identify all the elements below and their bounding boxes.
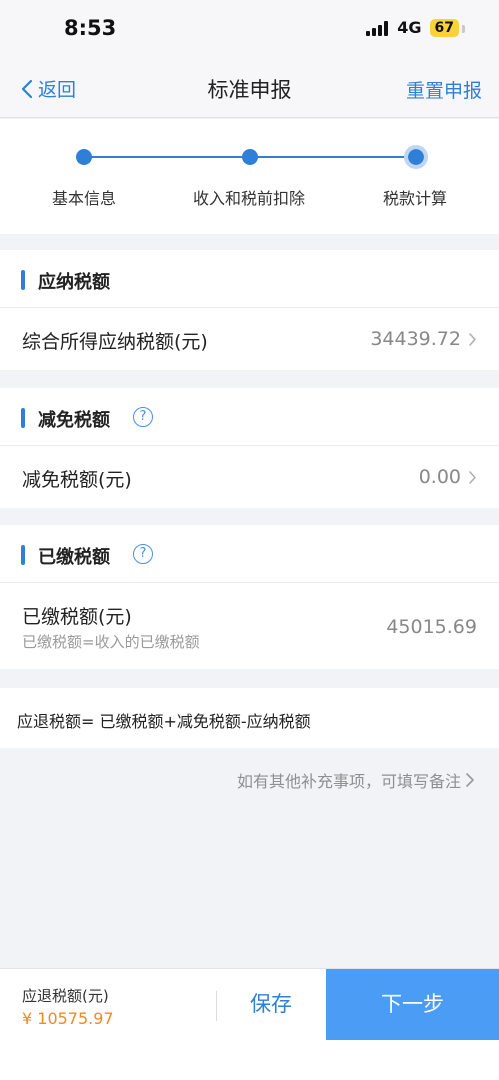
chevron-right-icon xyxy=(466,773,474,787)
nav-bar: 返回 标准申报 重置申报 xyxy=(0,58,499,118)
row-value: 45015.69 xyxy=(386,616,477,638)
section-title: 应纳税额 xyxy=(38,272,110,293)
section-header: 减免税额 ? xyxy=(0,388,499,446)
save-button[interactable]: 保存 xyxy=(217,969,325,1041)
reset-button[interactable]: 重置申报 xyxy=(406,76,482,103)
section-payable-tax: 应纳税额 综合所得应纳税额(元) 34439.72 xyxy=(0,250,499,370)
section-title: 减免税额 xyxy=(38,410,110,431)
note-link-label: 如有其他补充事项，可填写备注 xyxy=(236,772,461,791)
battery-level: 67 xyxy=(434,19,454,36)
section-accent-bar xyxy=(21,270,25,290)
section-title: 已缴税额 xyxy=(38,547,110,568)
signal-icon xyxy=(366,20,390,36)
refund-amount: ¥ 10575.97 xyxy=(22,1009,114,1028)
row-sublabel: 已缴税额=收入的已缴税额 xyxy=(22,633,200,651)
formula-text: 应退税额= 已缴税额+减免税额-应纳税额 xyxy=(17,712,311,731)
row-label: 减免税额(元) xyxy=(22,469,132,491)
status-time: 8:53 xyxy=(64,16,117,40)
payable-tax-row[interactable]: 综合所得应纳税额(元) 34439.72 xyxy=(0,308,499,370)
chevron-right-icon xyxy=(469,333,476,346)
row-value: 34439.72 xyxy=(370,328,461,350)
help-icon[interactable]: ? xyxy=(133,544,153,564)
section-header: 应纳税额 xyxy=(0,250,499,308)
section-paid-tax: 已缴税额 ? 已缴税额(元) 已缴税额=收入的已缴税额 45015.69 xyxy=(0,525,499,669)
step-label-tax-calc: 税款计算 xyxy=(382,189,447,208)
section-header: 已缴税额 ? xyxy=(0,525,499,583)
add-note-link[interactable]: 如有其他补充事项，可填写备注 xyxy=(237,768,475,792)
relief-tax-row[interactable]: 减免税额(元) 0.00 xyxy=(0,446,499,508)
bottom-action-bar: 应退税额(元) ¥ 10575.97 保存 下一步 xyxy=(0,968,499,1041)
row-label: 综合所得应纳税额(元) xyxy=(22,331,208,353)
paid-tax-row: 已缴税额(元) 已缴税额=收入的已缴税额 45015.69 xyxy=(0,583,499,669)
network-type: 4G xyxy=(397,18,422,37)
step-dot-tax-calc xyxy=(404,145,428,169)
progress-stepper: 基本信息 收入和税前扣除 税款计算 xyxy=(0,119,499,234)
chevron-right-icon xyxy=(469,471,476,484)
row-value: 0.00 xyxy=(418,466,461,488)
help-icon[interactable]: ? xyxy=(133,407,153,427)
section-accent-bar xyxy=(21,408,25,428)
step-dot-basic-info xyxy=(76,149,92,165)
refund-label: 应退税额(元) xyxy=(22,987,109,1005)
refund-formula: 应退税额= 已缴税额+减免税额-应纳税额 xyxy=(0,688,499,748)
section-accent-bar xyxy=(21,545,25,565)
next-step-button[interactable]: 下一步 xyxy=(326,969,499,1041)
status-bar: 8:53 4G 67 xyxy=(0,0,499,58)
home-indicator-area xyxy=(0,1040,499,1080)
battery-icon: 67 xyxy=(429,18,465,37)
step-dot-income xyxy=(242,149,258,165)
step-label-income: 收入和税前扣除 xyxy=(192,189,305,208)
step-label-basic-info: 基本信息 xyxy=(51,189,116,208)
row-label: 已缴税额(元) xyxy=(22,606,132,628)
section-relief-tax: 减免税额 ? 减免税额(元) 0.00 xyxy=(0,388,499,508)
status-indicators: 4G 67 xyxy=(366,18,465,37)
